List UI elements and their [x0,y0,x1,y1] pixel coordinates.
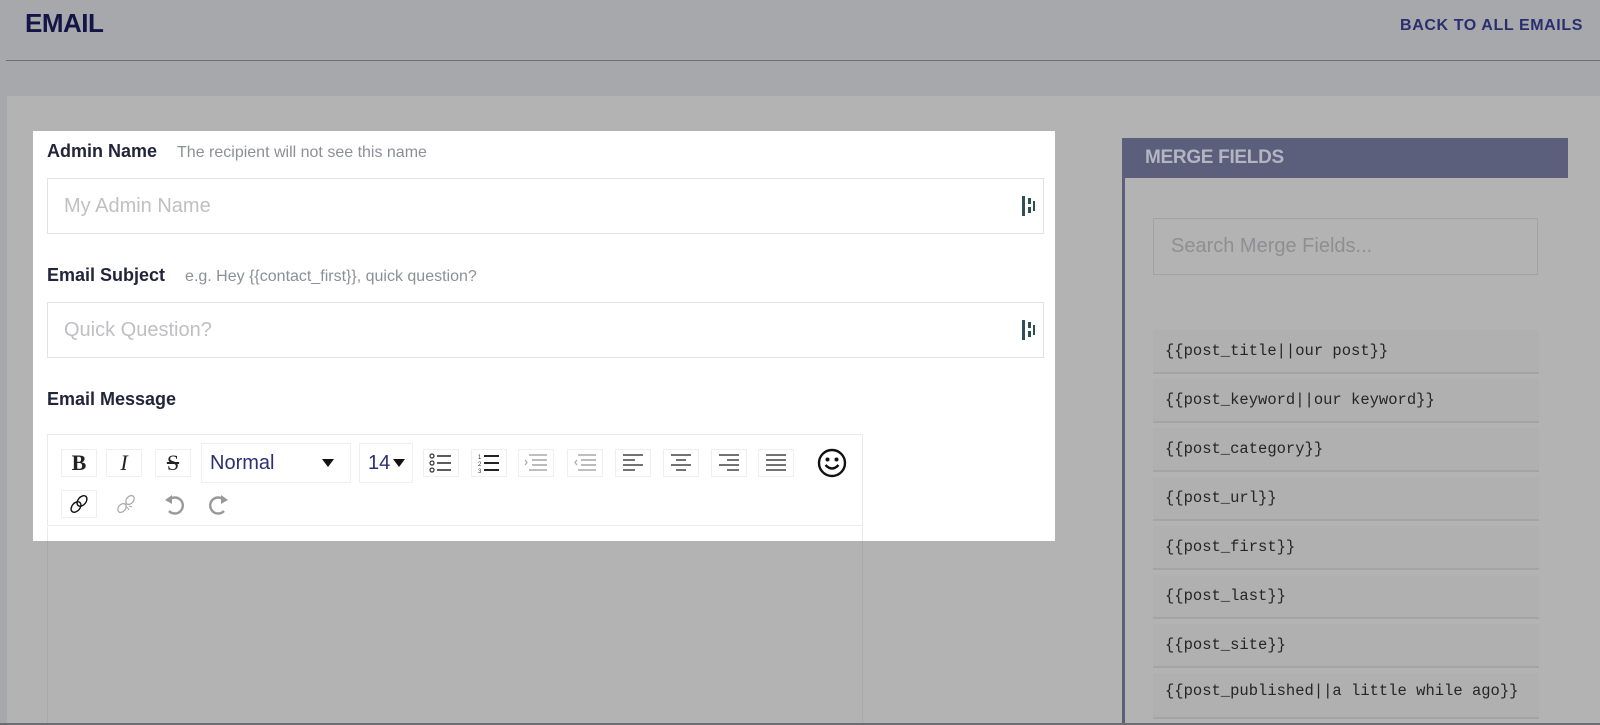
merge-fields-title: MERGE FIELDS [1145,147,1284,168]
merge-field-item[interactable]: {{post_title||our post}} [1153,330,1539,374]
merge-field-item[interactable]: {{post_keyword||our keyword}} [1153,379,1539,423]
merge-field-item[interactable]: {{post_first}} [1153,526,1539,570]
merge-field-item[interactable]: {{post_url}} [1153,477,1539,521]
admin-name-label-row: Admin Name The recipient will not see th… [47,141,427,162]
merge-field-item[interactable]: {{post_site}} [1153,624,1539,668]
format-select-value: Normal [210,451,275,474]
email-message-label: Email Message [47,389,177,409]
indent-button[interactable] [518,449,554,477]
bullet-list-icon [429,453,451,473]
bullet-list-button[interactable] [423,449,459,477]
admin-name-hint: The recipient will not see this name [177,144,427,161]
email-subject-input[interactable] [47,302,1044,358]
back-to-all-emails-link[interactable]: BACK TO ALL EMAILS [1400,17,1583,35]
outdent-button[interactable] [567,449,603,477]
bold-button[interactable]: B [61,449,97,477]
svg-text:2: 2 [478,462,482,468]
page-title: EMAIL [25,8,104,38]
chevron-down-icon [322,459,334,467]
unlink-button[interactable] [108,490,144,518]
merge-field-item[interactable]: {{post_last}} [1153,575,1539,619]
italic-button[interactable]: I [106,449,142,477]
italic-icon: I [120,450,128,475]
align-right-icon [719,454,739,471]
emoji-button[interactable] [814,448,850,478]
align-left-icon [623,454,643,471]
outdent-icon [574,454,596,471]
email-subject-label: Email Subject [47,265,166,285]
admin-name-label: Admin Name [47,141,158,161]
redo-icon [209,495,228,515]
align-left-button[interactable] [615,449,651,477]
email-subject-hint: e.g. Hey {{contact_first}}, quick questi… [185,268,477,285]
link-button[interactable] [61,490,97,518]
merge-field-item[interactable]: {{post_published||a little while ago}} [1153,673,1539,719]
chevron-down-icon [393,459,405,467]
editor-body-top[interactable] [47,527,863,541]
strikethrough-icon: S [166,450,180,475]
redo-button[interactable] [201,490,237,518]
numbered-list-icon: 1 2 3 [478,455,499,474]
unlink-icon [117,494,135,514]
svg-text:3: 3 [478,469,482,474]
align-justify-icon [766,454,786,471]
password-manager-icon[interactable] [1022,196,1038,216]
align-justify-button[interactable] [758,449,794,477]
svg-text:1: 1 [478,455,482,461]
merge-field-item[interactable]: {{post_category}} [1153,428,1539,472]
align-center-icon [671,454,691,471]
password-manager-icon[interactable] [1022,320,1038,340]
emoji-icon [817,448,847,478]
format-select[interactable]: Normal [201,443,351,483]
bold-icon: B [71,450,87,475]
merge-fields-header: MERGE FIELDS [1122,138,1568,178]
undo-button[interactable] [156,490,192,518]
email-subject-label-row: Email Subject e.g. Hey {{contact_first}}… [47,265,477,286]
sub-bar [0,61,1600,96]
top-bar: EMAIL BACK TO ALL EMAILS [0,0,1600,61]
undo-icon [165,495,184,515]
merge-fields-search-input[interactable] [1153,218,1538,275]
link-icon [70,495,88,513]
align-right-button[interactable] [711,449,747,477]
strikethrough-button[interactable]: S [155,449,191,477]
admin-name-input[interactable] [47,178,1044,234]
merge-fields-list: {{post_title||our post}} {{post_keyword|… [1153,330,1539,724]
email-message-label-row: Email Message [47,389,176,410]
font-size-value: 14 [368,451,391,474]
indent-icon [524,454,547,471]
numbered-list-button[interactable]: 1 2 3 [471,449,507,477]
font-size-select[interactable]: 14 [359,443,413,483]
align-center-button[interactable] [663,449,699,477]
email-message-editor-body[interactable] [47,541,863,725]
